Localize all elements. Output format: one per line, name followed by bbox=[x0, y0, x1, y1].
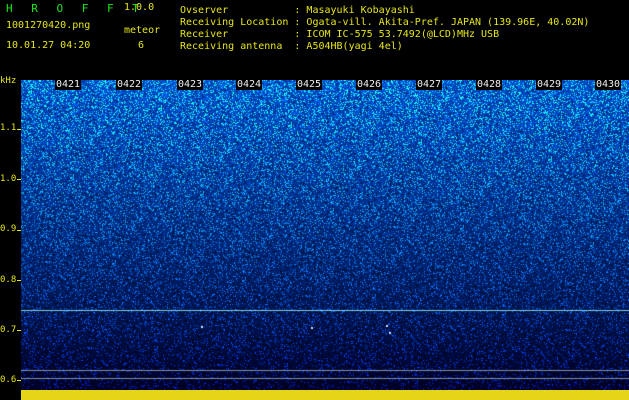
signal-level-bar bbox=[21, 390, 629, 400]
y-tick bbox=[17, 179, 21, 180]
time-tick-0425: 0425 bbox=[296, 79, 323, 90]
info-observer: Ovserver : Masayuki Kobayashi bbox=[180, 5, 415, 16]
time-tick-0428: 0428 bbox=[476, 79, 503, 90]
y-tick bbox=[17, 280, 21, 281]
y-tick bbox=[17, 330, 21, 331]
y-label-0-6: 0.6 bbox=[0, 375, 17, 385]
header-panel: H R O F F T 1.0.0 1001270420.png meteor … bbox=[0, 0, 629, 78]
y-label-0-7: 0.7 bbox=[0, 325, 17, 335]
y-label-0-8: 0.8 bbox=[0, 275, 17, 285]
time-tick-0427: 0427 bbox=[416, 79, 443, 90]
time-tick-0424: 0424 bbox=[236, 79, 263, 90]
y-tick bbox=[17, 230, 21, 231]
spectrogram bbox=[21, 80, 629, 392]
time-tick-0423: 0423 bbox=[177, 79, 204, 90]
time-tick-0430: 0430 bbox=[595, 79, 622, 90]
time-tick-0429: 0429 bbox=[536, 79, 563, 90]
y-tick bbox=[17, 380, 21, 381]
info-antenna: Receiving antenna : A504HB(yagi 4el) bbox=[180, 41, 403, 52]
y-tick bbox=[17, 129, 21, 130]
info-receiver: Receiver : ICOM IC-575 53.7492(@LCD)MHz … bbox=[180, 29, 500, 40]
meteor-count: 6 bbox=[138, 40, 145, 51]
y-label-1-0: 1.0 bbox=[0, 174, 17, 184]
datetime-label: 10.01.27 04:20 bbox=[6, 40, 91, 51]
time-tick-0421: 0421 bbox=[55, 79, 82, 90]
filename-label: 1001270420.png bbox=[6, 20, 91, 31]
y-label-1-1: 1.1 bbox=[0, 123, 17, 133]
y-label-0-9: 0.9 bbox=[0, 224, 17, 234]
info-location: Receiving Location : Ogata-vill. Akita-P… bbox=[180, 17, 590, 28]
meteor-label: meteor bbox=[124, 25, 161, 36]
time-tick-0422: 0422 bbox=[116, 79, 143, 90]
version-label: 1.0.0 bbox=[124, 2, 155, 13]
time-tick-0426: 0426 bbox=[356, 79, 383, 90]
axis-unit: kHz bbox=[0, 76, 17, 86]
frequency-axis: kHz 1.1 1.0 0.9 0.8 0.7 0.6 bbox=[0, 76, 21, 400]
